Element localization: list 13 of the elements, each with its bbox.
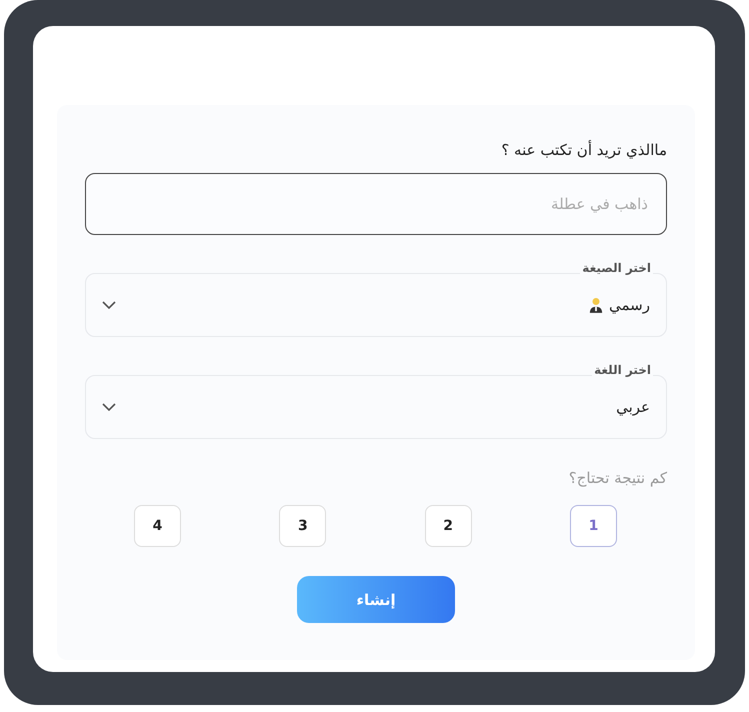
select-value: رسمي	[609, 296, 650, 314]
count-label: كم نتيجة تحتاج؟	[568, 469, 667, 487]
count-option[interactable]: 1	[570, 505, 617, 547]
select-label: اختر الصيغة	[580, 261, 653, 275]
select-label: اختر اللغة	[592, 363, 653, 377]
topic-field[interactable]: ذاهب في عطلة	[85, 173, 667, 235]
topic-label: ماالذي تريد أن تكتب عنه ؟	[500, 141, 667, 159]
select-value: عربي	[616, 398, 650, 416]
count-option[interactable]: 4	[134, 505, 182, 547]
chevron-down-icon	[102, 301, 116, 309]
count-option[interactable]: 2	[424, 505, 472, 547]
count-option[interactable]: 3	[279, 505, 326, 547]
chevron-down-icon	[102, 403, 116, 411]
